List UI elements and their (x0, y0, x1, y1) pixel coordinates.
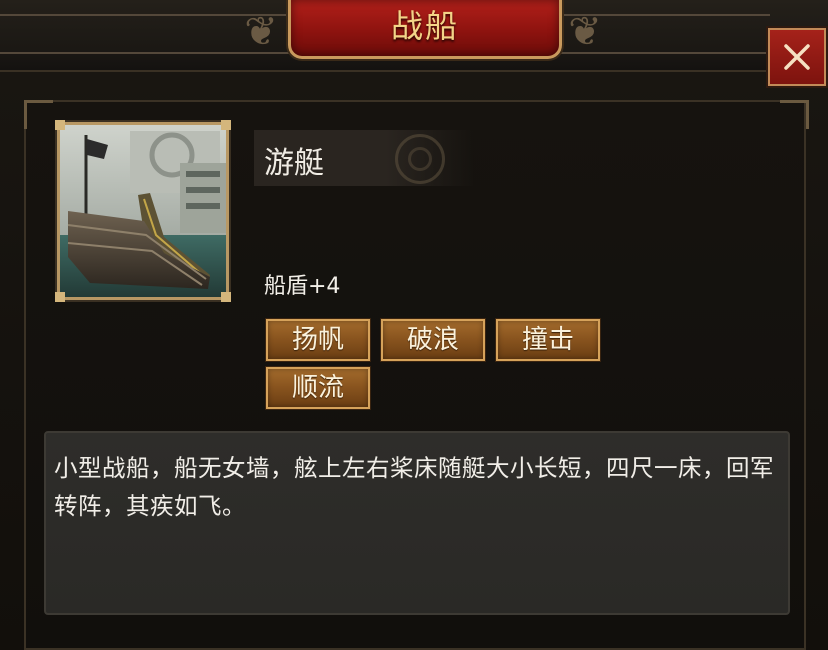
panel-corner-ornament (24, 100, 53, 129)
ship-description: 小型战船，船无女墙，舷上左右桨床随艇大小长短，四尺一床，回军转阵，其疾如飞。 (54, 454, 774, 520)
ship-name: 游艇 (264, 146, 324, 181)
ship-description-box: 小型战船，船无女墙，舷上左右桨床随艇大小长短，四尺一床，回军转阵，其疾如飞。 (44, 431, 790, 615)
portrait-corner-ornament (55, 120, 65, 130)
cloud-ornament-right-icon: ❦ (568, 9, 602, 55)
skill-button-break-waves[interactable]: 破浪 (381, 319, 485, 361)
close-button[interactable] (768, 28, 826, 86)
dialog-title: 战船 (390, 7, 459, 45)
panel-corner-ornament (780, 100, 809, 129)
skill-button-sail[interactable]: 扬帆 (266, 319, 370, 361)
swirl-ornament-icon (395, 134, 445, 184)
skill-button-ram[interactable]: 撞击 (496, 319, 600, 361)
skill-button-downstream[interactable]: 顺流 (266, 367, 370, 409)
portrait-corner-ornament (221, 120, 231, 130)
portrait-corner-ornament (221, 292, 231, 302)
ship-info-dialog: ❦ ❦ 战船 游艇 船盾+4 扬帆 破浪 撞击 顺流 小型战船，船无女墙，舷上左… (0, 0, 828, 650)
title-plate: 战船 (288, 0, 562, 59)
ship-portrait-image (60, 125, 226, 297)
portrait-corner-ornament (55, 292, 65, 302)
ship-shield-stat: 船盾+4 (264, 274, 341, 299)
ship-portrait (57, 122, 229, 300)
close-icon (784, 44, 810, 70)
cloud-ornament-left-icon: ❦ (244, 9, 278, 55)
